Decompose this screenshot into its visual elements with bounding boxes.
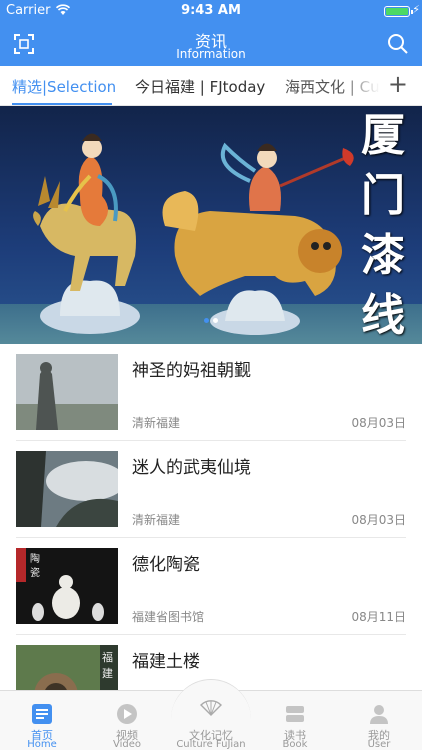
deer-rider-statue-image — [33, 133, 140, 334]
page-subtitle: Information — [176, 47, 246, 61]
tabbar-item-home[interactable]: 首页 Home — [0, 691, 84, 751]
news-title: 迷人的武夷仙境 — [132, 458, 251, 478]
lion-rider-statue-image — [162, 142, 354, 335]
carousel-dot-2[interactable] — [213, 318, 218, 323]
svg-text:福: 福 — [102, 650, 113, 664]
carousel-dot-1[interactable] — [204, 318, 209, 323]
news-source: 清新福建 — [132, 416, 181, 430]
tabbar-item-video[interactable]: 视频 Video — [85, 691, 169, 751]
news-title: 德化陶瓷 — [132, 555, 200, 575]
battery-icon — [384, 6, 413, 17]
category-tabs: 精选|Selection 今日福建 | FJtoday 海西文化 | Cu + — [0, 66, 422, 106]
tabbar-sublabel: Video — [112, 739, 142, 750]
news-title: 福建土楼 — [132, 652, 200, 672]
search-icon[interactable] — [386, 32, 410, 56]
news-date: 08月03日 — [351, 416, 406, 430]
tab-selection[interactable]: 精选|Selection — [12, 76, 116, 97]
tabbar-item-book[interactable]: 读书 Book — [253, 691, 337, 751]
news-list: 神圣的妈祖朝觐 清新福建 08月03日 迷人的武夷仙境 清新福建 08月03日 … — [0, 344, 422, 732]
news-item[interactable]: 迷人的武夷仙境 清新福建 08月03日 — [16, 441, 406, 538]
tabbar-item-user[interactable]: 我的 User — [337, 691, 421, 751]
svg-text:瓷: 瓷 — [30, 566, 40, 579]
tabbar-sublabel: Home — [27, 739, 57, 750]
book-icon — [286, 706, 304, 722]
status-bar: Carrier 9:43 AM ⚡ — [0, 0, 422, 22]
news-title: 神圣的妈祖朝觐 — [132, 361, 251, 381]
news-date: 08月03日 — [351, 513, 406, 527]
tabbar-sublabel: Book — [282, 739, 308, 750]
svg-text:陶: 陶 — [30, 552, 40, 565]
dehua-porcelain-thumbnail: 陶 瓷 — [16, 548, 118, 624]
mazu-statue-thumbnail — [16, 354, 118, 430]
fan-icon — [200, 700, 222, 716]
news-source: 福建省图书馆 — [132, 610, 205, 624]
nav-bar: 资讯 Information — [0, 22, 422, 66]
add-tab-button[interactable]: + — [388, 70, 408, 98]
svg-text:建: 建 — [102, 666, 113, 680]
user-icon — [370, 705, 388, 724]
wuyi-mountain-thumbnail — [16, 451, 118, 527]
tabbar-item-culture[interactable]: 文化记忆 Culture FuJian — [169, 691, 253, 751]
video-icon — [117, 704, 137, 724]
bottom-tab-bar: 首页 Home 视频 Video 文化记忆 Culture FuJian 读书 … — [0, 679, 422, 751]
tabbar-sublabel: User — [367, 739, 391, 750]
home-icon — [32, 704, 52, 724]
tab-fjtoday[interactable]: 今日福建 | FJtoday — [135, 76, 265, 97]
banner-caption: 厦门漆线雕 — [361, 110, 405, 341]
news-item[interactable]: 神圣的妈祖朝觐 清新福建 08月03日 — [16, 344, 406, 441]
status-time: 9:43 AM — [181, 3, 241, 18]
news-date: 08月11日 — [351, 610, 406, 624]
news-source: 清新福建 — [132, 513, 181, 527]
featured-banner[interactable]: 厦门漆线雕 — [0, 106, 422, 344]
news-item[interactable]: 陶 瓷 德化陶瓷 福建省图书馆 08月11日 — [16, 538, 406, 635]
charging-icon: ⚡ — [412, 3, 420, 16]
tabbar-sublabel: Culture FuJian — [176, 739, 246, 750]
